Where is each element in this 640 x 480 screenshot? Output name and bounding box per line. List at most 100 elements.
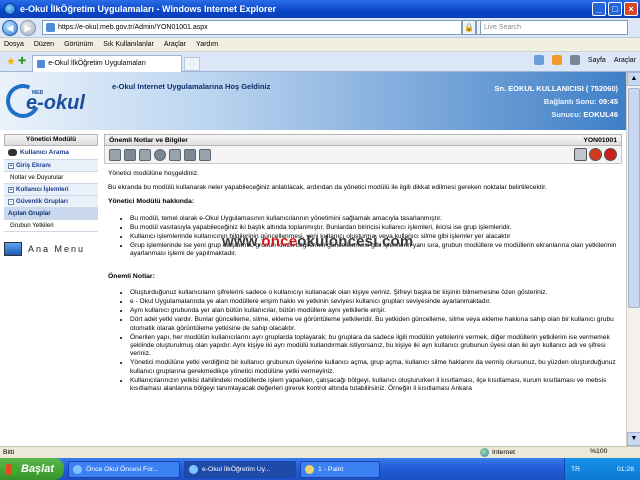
menu-item-label: Giriş Ekranı: [16, 162, 51, 169]
menu-tools[interactable]: Araçlar: [164, 41, 186, 48]
url-text: https://e-okul.meb.gov.tr/Admin/YON01001…: [58, 24, 208, 31]
eokul-logo[interactable]: MEB e-okul: [1, 79, 92, 126]
left-menu-header: Yönetici Modülü: [4, 134, 98, 146]
task-paint[interactable]: 1 - Paint: [300, 460, 380, 478]
monitor-icon: [4, 242, 22, 256]
edit-icon[interactable]: [124, 148, 136, 161]
server-value: EOKUL46: [583, 110, 618, 119]
menu-item-label: Açılan Gruplar: [8, 210, 51, 217]
print-icon[interactable]: [569, 55, 580, 65]
action-toolbar: [104, 146, 622, 164]
language-indicator[interactable]: TR: [571, 466, 580, 473]
window-titlebar[interactable]: e-Okul İlkÖğretim Uygulamaları - Windows…: [0, 0, 640, 18]
zone-label: Internet: [492, 449, 516, 456]
left-menu: Yönetici Modülü Kullanıcı Arama + Giriş E…: [4, 134, 98, 256]
start-label: Başlat: [21, 463, 55, 475]
collapse-icon: -: [8, 199, 14, 205]
zoom-level[interactable]: %100: [590, 448, 607, 455]
close-button[interactable]: ×: [624, 2, 638, 16]
rss-icon[interactable]: [551, 55, 562, 65]
menu-item-guvenlik[interactable]: - Güvenlik Grupları: [4, 196, 98, 208]
menu-item-label: Notlar ve Duyurular: [10, 174, 64, 181]
url-field[interactable]: https://e-okul.meb.gov.tr/Admin/YON01001…: [42, 20, 462, 35]
notes-list: Oluşturduğunuz kullanıcıların şifrelerin…: [130, 289, 620, 393]
menu-item-label: Güvenlik Grupları: [16, 198, 68, 205]
search-input[interactable]: Live Search: [480, 20, 628, 35]
ie-icon: [73, 464, 82, 474]
window-title: e-Okul İlkÖğretim Uygulamaları - Windows…: [20, 4, 276, 14]
tab-bar: ★ ✚ e-Okul İlkÖğretim Uygulamaları Sayfa…: [0, 52, 640, 72]
menu-file[interactable]: Dosya: [4, 41, 24, 48]
help-icon[interactable]: [589, 148, 602, 161]
minimize-button[interactable]: _: [592, 2, 606, 16]
menu-item-acilan-gruplar[interactable]: Açılan Gruplar: [4, 208, 98, 220]
logout-icon[interactable]: [604, 148, 617, 161]
save-icon[interactable]: [139, 148, 151, 161]
menu-item-notlar[interactable]: Notlar ve Duyurular: [4, 172, 98, 184]
tools-menu[interactable]: Araçlar: [614, 57, 636, 64]
intro-text: Bu ekranda bu modülü kullanarak neler ya…: [108, 184, 547, 192]
user-search-label: Kullanıcı Arama: [20, 149, 69, 156]
task-eokul[interactable]: e-Okul İlkÖğretim Uy...: [184, 460, 296, 478]
watermark-suffix: okuloncesi.com: [297, 233, 414, 250]
panel-code: YON01001: [583, 136, 617, 144]
list-item: e - Okul Uygulamalarında ye alan modülle…: [130, 298, 620, 306]
globe-icon: [480, 448, 489, 457]
welcome-text: e-Okul Internet Uygulamalarına Hoş Geldi…: [112, 82, 271, 91]
list-item: Dört adet yetki vardır. Bunlar güncellem…: [130, 316, 620, 332]
scroll-down-icon[interactable]: ▼: [627, 432, 640, 446]
vertical-scrollbar[interactable]: ▲ ▼: [626, 72, 640, 446]
page-icon: [46, 23, 55, 32]
menu-item-giris[interactable]: + Giriş Ekranı: [4, 160, 98, 172]
menu-item-grubun-yetkileri[interactable]: Grubun Yetkileri: [4, 220, 98, 232]
home-icon[interactable]: [533, 55, 544, 65]
binoculars-icon: [8, 149, 17, 156]
delete-icon[interactable]: [154, 148, 166, 161]
scroll-up-icon[interactable]: ▲: [627, 72, 640, 86]
start-button[interactable]: Başlat: [0, 458, 64, 480]
list-item: Önerilen yapı, her modülün kullanıcıları…: [130, 334, 620, 359]
list-item: Yönetici modülüne yetki verdiğiniz bir k…: [130, 359, 620, 375]
search-icon[interactable]: [169, 148, 181, 161]
lock-icon[interactable]: 🔒: [462, 20, 476, 35]
clock[interactable]: 01:28: [617, 466, 634, 473]
back-button[interactable]: ◀: [2, 19, 18, 36]
list-item: Kullanıcılarınızın yetkisi dahilindeki m…: [130, 377, 620, 393]
new-icon[interactable]: [109, 148, 121, 161]
ana-menu-link[interactable]: Ana Menu: [4, 242, 98, 256]
task-label: Önce Okul Öncesi For...: [86, 465, 159, 473]
add-favorite-icon[interactable]: ✚: [18, 56, 26, 67]
home-icon[interactable]: [574, 148, 587, 161]
windows-flag-icon: [6, 463, 17, 475]
ie-icon: [189, 464, 198, 474]
menu-help[interactable]: Yardım: [196, 41, 218, 48]
security-zone[interactable]: Internet: [480, 448, 515, 457]
task-label: 1 - Paint: [318, 465, 344, 473]
scroll-thumb[interactable]: [628, 88, 640, 308]
task-forum[interactable]: Önce Okul Öncesi For...: [68, 460, 180, 478]
favorites-star-icon[interactable]: ★: [6, 55, 16, 68]
menu-favorites[interactable]: Sık Kullanılanlar: [103, 41, 154, 48]
menu-edit[interactable]: Düzen: [34, 41, 54, 48]
panel-title: Önemli Notlar ve Bilgiler: [109, 136, 188, 144]
user-name: Sn. EOKUL KULLANICISI ( 752060): [494, 84, 618, 93]
export-icon[interactable]: [199, 148, 211, 161]
watermark: www.onceokuloncesi.com: [222, 233, 413, 250]
tab-label: e-Okul İlkÖğretim Uygulamaları: [48, 60, 146, 67]
forward-button[interactable]: ▶: [20, 19, 36, 36]
menu-view[interactable]: Görünüm: [64, 41, 93, 48]
print-icon[interactable]: [184, 148, 196, 161]
task-label: e-Okul İlkÖğretim Uy...: [202, 465, 271, 473]
menu-item-kullanici[interactable]: + Kullanıcı İşlemleri: [4, 184, 98, 196]
watermark-prefix: www.: [222, 233, 262, 250]
user-search-link[interactable]: Kullanıcı Arama: [4, 146, 98, 160]
paint-icon: [305, 464, 314, 474]
notes-body: Yönetici modülüne hoşgeldiniz. Bu ekrand…: [104, 164, 622, 393]
page-menu[interactable]: Sayfa: [588, 57, 606, 64]
about-title: Yönetici Modülü hakkında:: [108, 198, 195, 206]
tab-eokul[interactable]: e-Okul İlkÖğretim Uygulamaları: [32, 54, 183, 72]
list-item: Oluşturduğunuz kullanıcıların şifrelerin…: [130, 289, 620, 297]
page-content: MEB e-okul e-Okul Internet Uygulamaların…: [0, 72, 640, 446]
new-tab-button[interactable]: [184, 56, 201, 71]
maximize-button[interactable]: □: [608, 2, 622, 16]
